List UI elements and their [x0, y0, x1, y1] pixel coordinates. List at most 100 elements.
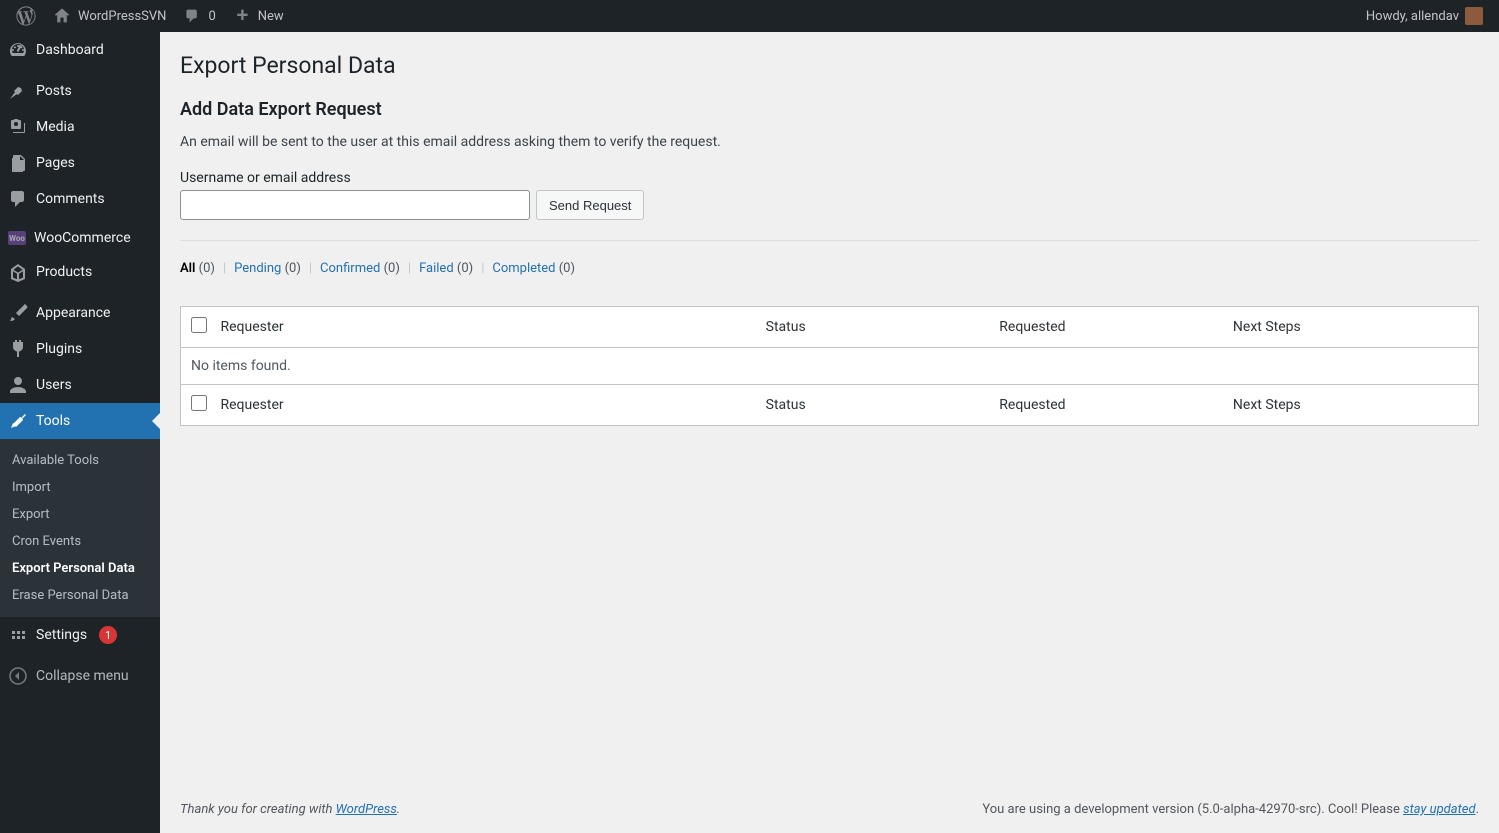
col-requested: Requested [989, 385, 1223, 426]
sidebar-item-plugins[interactable]: Plugins [0, 331, 160, 367]
howdy-label: Howdy, allendav [1366, 9, 1459, 24]
user-icon [8, 375, 28, 395]
page-subtitle: Add Data Export Request [180, 99, 1479, 120]
select-all-checkbox[interactable] [191, 317, 207, 333]
select-all-header [181, 307, 211, 348]
sidebar-label: Pages [36, 155, 75, 171]
wordpress-icon [16, 6, 36, 26]
dashboard-icon [8, 40, 28, 60]
settings-icon [8, 625, 28, 645]
filter-pending[interactable]: Pending (0) [234, 261, 301, 276]
col-next: Next Steps [1223, 385, 1479, 426]
page-description: An email will be sent to the user at thi… [180, 134, 1479, 150]
sidebar-label: Posts [36, 83, 72, 99]
comments-count: 0 [208, 9, 215, 24]
account-menu[interactable]: Howdy, allendav [1358, 0, 1491, 32]
sidebar-item-woocommerce[interactable]: Woo WooCommerce [0, 222, 160, 254]
send-request-button[interactable]: Send Request [536, 190, 644, 220]
filter-failed[interactable]: Failed (0) [419, 261, 473, 276]
col-status: Status [756, 385, 990, 426]
submenu-erase-personal-data[interactable]: Erase Personal Data [0, 582, 160, 609]
admin-bar: WordPressSVN 0 New Howdy, allendav [0, 0, 1499, 32]
sidebar-item-tools[interactable]: Tools [0, 403, 160, 439]
sidebar-label: Dashboard [36, 42, 104, 58]
request-form: Send Request [180, 190, 1479, 241]
sidebar-item-dashboard[interactable]: Dashboard [0, 32, 160, 68]
submenu-import[interactable]: Import [0, 474, 160, 501]
plugin-icon [8, 339, 28, 359]
site-name-label: WordPressSVN [78, 9, 166, 24]
stay-updated-link[interactable]: stay updated [1403, 802, 1475, 817]
col-requested[interactable]: Requested [989, 307, 1223, 348]
submenu-available-tools[interactable]: Available Tools [0, 447, 160, 474]
sidebar-label: Appearance [36, 305, 110, 321]
sidebar-item-appearance[interactable]: Appearance [0, 295, 160, 331]
select-all-checkbox-footer[interactable] [191, 395, 207, 411]
sidebar-item-users[interactable]: Users [0, 367, 160, 403]
plus-icon [232, 6, 252, 26]
sidebar-item-products[interactable]: Products [0, 254, 160, 290]
status-filters: All (0) | Pending (0) | Confirmed (0) | … [180, 261, 1479, 276]
sidebar-item-pages[interactable]: Pages [0, 145, 160, 181]
comments-menu[interactable]: 0 [174, 0, 223, 32]
sidebar-label: Settings [36, 627, 87, 643]
filter-all[interactable]: All (0) [180, 261, 215, 276]
username-email-label: Username or email address [180, 170, 1479, 186]
sidebar-label: Products [36, 264, 92, 280]
products-icon [8, 262, 28, 282]
comment-icon [8, 189, 28, 209]
wordpress-link[interactable]: WordPress [336, 802, 397, 817]
table-footer-row: Requester Status Requested Next Steps [181, 385, 1479, 426]
sidebar-label: Tools [36, 413, 70, 429]
col-status[interactable]: Status [756, 307, 990, 348]
admin-bar-left: WordPressSVN 0 New [8, 0, 292, 32]
sidebar-label: Users [36, 377, 72, 393]
sidebar-label: Collapse menu [36, 668, 129, 684]
footer-thanks: Thank you for creating with WordPress. [180, 802, 400, 817]
col-requester: Requester [211, 385, 756, 426]
sidebar-label: Plugins [36, 341, 82, 357]
collapse-menu[interactable]: Collapse menu [0, 658, 160, 694]
submenu-export-personal-data[interactable]: Export Personal Data [0, 555, 160, 582]
pin-icon [8, 81, 28, 101]
sidebar-label: Comments [36, 191, 105, 207]
tools-submenu: Available Tools Import Export Cron Event… [0, 439, 160, 617]
comment-icon [182, 6, 202, 26]
wrench-icon [8, 411, 28, 431]
page-title: Export Personal Data [180, 52, 1479, 79]
collapse-icon [8, 666, 28, 686]
content-area: Export Personal Data Add Data Export Req… [160, 0, 1499, 833]
col-requester[interactable]: Requester [211, 307, 756, 348]
wp-logo-menu[interactable] [8, 0, 44, 32]
footer-version: You are using a development version (5.0… [982, 802, 1479, 817]
sidebar-label: Media [36, 119, 75, 135]
sidebar-label: WooCommerce [34, 230, 131, 246]
media-icon [8, 117, 28, 137]
no-items-row: No items found. [181, 348, 1479, 385]
sidebar-item-settings[interactable]: Settings 1 [0, 617, 160, 653]
new-label: New [258, 9, 284, 24]
home-icon [52, 6, 72, 26]
admin-bar-right: Howdy, allendav [1358, 0, 1491, 32]
submenu-export[interactable]: Export [0, 501, 160, 528]
avatar [1465, 7, 1483, 25]
sidebar-item-posts[interactable]: Posts [0, 73, 160, 109]
admin-sidebar: Dashboard Posts Media Pages Comments Woo… [0, 32, 160, 833]
col-next: Next Steps [1223, 307, 1479, 348]
no-items-text: No items found. [181, 348, 1479, 385]
sidebar-item-comments[interactable]: Comments [0, 181, 160, 217]
update-badge: 1 [99, 626, 117, 644]
filter-confirmed[interactable]: Confirmed (0) [320, 261, 400, 276]
table-header-row: Requester Status Requested Next Steps [181, 307, 1479, 348]
pages-icon [8, 153, 28, 173]
username-email-input[interactable] [180, 190, 530, 220]
select-all-footer [181, 385, 211, 426]
site-name-menu[interactable]: WordPressSVN [44, 0, 174, 32]
brush-icon [8, 303, 28, 323]
admin-footer: Thank you for creating with WordPress. Y… [180, 786, 1479, 833]
sidebar-item-media[interactable]: Media [0, 109, 160, 145]
submenu-cron-events[interactable]: Cron Events [0, 528, 160, 555]
filter-completed[interactable]: Completed (0) [492, 261, 575, 276]
new-content-menu[interactable]: New [224, 0, 292, 32]
requests-table: Requester Status Requested Next Steps No… [180, 306, 1479, 426]
